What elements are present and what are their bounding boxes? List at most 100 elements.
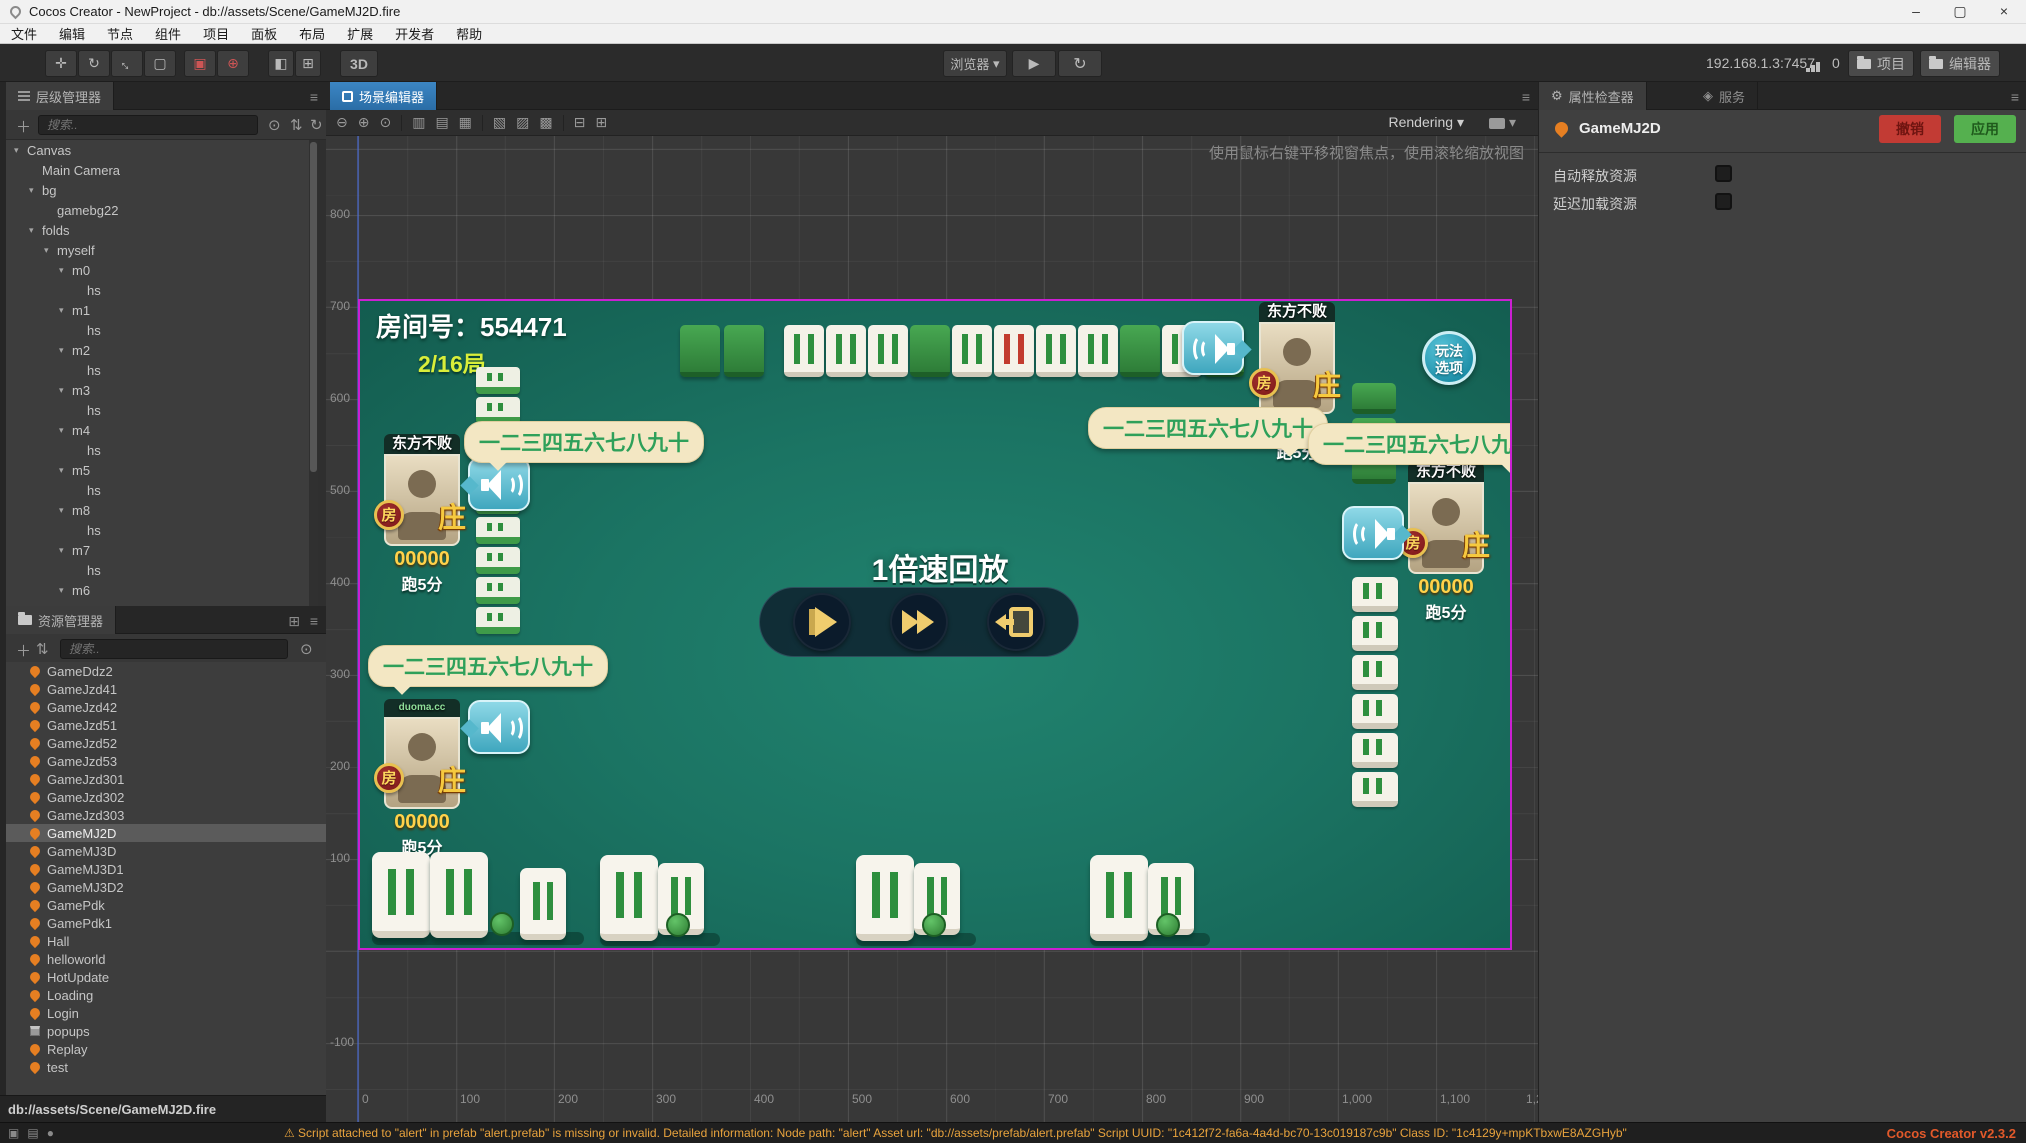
asset-item[interactable]: Replay <box>6 1040 326 1058</box>
record-icon[interactable]: ● <box>47 1126 54 1140</box>
dock-layout-icon[interactable]: ▣ <box>8 1126 19 1140</box>
menu-file[interactable]: 文件 <box>0 24 48 43</box>
asset-item-selected[interactable]: GameMJ2D <box>6 824 326 842</box>
add-node-button[interactable]: ＋ <box>16 116 31 137</box>
rotate-tool-button[interactable]: ↻ <box>78 50 110 77</box>
expand-arrow[interactable] <box>59 345 72 356</box>
auto-release-checkbox[interactable] <box>1715 165 1732 182</box>
hierarchy-node[interactable]: hs <box>6 400 318 420</box>
asset-item[interactable]: HotUpdate <box>6 968 326 986</box>
menu-project[interactable]: 项目 <box>192 24 240 43</box>
player-avatar[interactable]: 房 庄 <box>384 454 460 546</box>
expand-arrow[interactable] <box>59 305 72 316</box>
open-project-button[interactable]: 项目 <box>1848 50 1914 77</box>
search-icon[interactable]: ⊙ <box>268 116 281 134</box>
move-tool-button[interactable]: ✛ <box>45 50 77 77</box>
close-button[interactable]: × <box>1982 0 2026 24</box>
align-center-icon[interactable]: ▤ <box>435 114 448 131</box>
hierarchy-node[interactable]: m6 <box>6 580 318 600</box>
asset-item[interactable]: GameMJ3D1 <box>6 860 326 878</box>
tab-scene-editor[interactable]: 场景编辑器 <box>330 82 437 110</box>
asset-item[interactable]: GameJzd303 <box>6 806 326 824</box>
hierarchy-node[interactable]: m0 <box>6 260 318 280</box>
hierarchy-node[interactable]: m3 <box>6 380 318 400</box>
asset-item[interactable]: GameJzd52 <box>6 734 326 752</box>
tab-assets[interactable]: 资源管理器 <box>6 606 116 634</box>
player-avatar[interactable]: 房 庄 <box>1259 322 1335 414</box>
open-editor-button[interactable]: 编辑器 <box>1920 50 2000 77</box>
menu-help[interactable]: 帮助 <box>445 24 493 43</box>
hierarchy-node[interactable]: Main Camera <box>6 160 318 180</box>
add-asset-button[interactable]: ＋ <box>16 640 31 661</box>
preview-target-dropdown[interactable]: 浏览器 ▾ <box>943 50 1007 77</box>
asset-item[interactable]: GamePdk <box>6 896 326 914</box>
maximize-button[interactable]: ▢ <box>1938 0 1982 24</box>
expand-arrow[interactable] <box>44 245 57 256</box>
player-avatar[interactable]: 房 庄 <box>384 717 460 809</box>
minimize-button[interactable]: – <box>1894 0 1938 24</box>
menu-layout[interactable]: 布局 <box>288 24 336 43</box>
expand-arrow[interactable] <box>59 465 72 476</box>
zoom-in-icon[interactable]: ⊕ <box>358 114 370 131</box>
panel-menu-icon[interactable]: ≡ <box>310 89 318 105</box>
hierarchy-node[interactable]: hs <box>6 440 318 460</box>
hierarchy-node[interactable]: hs <box>6 320 318 340</box>
expand-arrow[interactable] <box>14 145 27 156</box>
exit-replay-button[interactable] <box>987 593 1045 651</box>
play-preview-button[interactable]: ▶ <box>1012 50 1056 77</box>
voice-speaker-icon[interactable] <box>468 700 530 754</box>
menu-node[interactable]: 节点 <box>96 24 144 43</box>
expand-arrow[interactable] <box>29 185 42 196</box>
hierarchy-node[interactable]: bg <box>6 180 318 200</box>
menu-panel[interactable]: 面板 <box>240 24 288 43</box>
grid-toggle-button[interactable]: ⊞ <box>295 50 321 77</box>
scene-viewport[interactable]: 使用鼠标右键平移视窗焦点，使用滚轮缩放视图 800 700 600 500 40… <box>326 136 1538 1122</box>
scale-tool-button[interactable]: ↔ <box>111 50 143 77</box>
hierarchy-node[interactable]: folds <box>6 220 318 240</box>
hierarchy-node[interactable]: hs <box>6 360 318 380</box>
expand-arrow[interactable] <box>29 225 42 236</box>
zoom-reset-icon[interactable]: ⊙ <box>379 114 391 131</box>
rect-tool-button[interactable]: ▢ <box>144 50 176 77</box>
3d-mode-button[interactable]: 3D <box>340 50 378 77</box>
distribute-h-icon[interactable]: ⊟ <box>574 114 586 131</box>
tab-properties[interactable]: ⚙ 属性检查器 <box>1539 82 1647 110</box>
search-icon[interactable]: ⊙ <box>300 640 313 658</box>
asset-item[interactable]: GameJzd301 <box>6 770 326 788</box>
play-pause-button[interactable] <box>793 593 851 651</box>
expand-arrow[interactable] <box>59 385 72 396</box>
align-bottom-icon[interactable]: ▩ <box>539 114 552 131</box>
anchor-toggle-button[interactable]: ⊕ <box>217 50 249 77</box>
distribute-v-icon[interactable]: ⊞ <box>595 114 607 131</box>
hierarchy-node[interactable]: gamebg22 <box>6 200 318 220</box>
expand-arrow[interactable] <box>59 265 72 276</box>
voice-speaker-icon[interactable] <box>1182 321 1244 375</box>
fast-forward-button[interactable] <box>890 593 948 651</box>
hierarchy-node[interactable]: Canvas <box>6 140 318 160</box>
align-top-icon[interactable]: ▧ <box>493 114 506 131</box>
hierarchy-node[interactable]: m8 <box>6 500 318 520</box>
asset-item[interactable]: helloworld <box>6 950 326 968</box>
panel-menu-icon[interactable]: ≡ <box>2011 89 2019 105</box>
asset-item[interactable]: GameJzd302 <box>6 788 326 806</box>
asset-item[interactable]: GameJzd51 <box>6 716 326 734</box>
asset-item[interactable]: GameJzd41 <box>6 680 326 698</box>
sort-icon[interactable]: ⇅ <box>36 640 49 658</box>
game-scene-canvas[interactable]: 房间号：554471 2/16局 <box>358 299 1512 950</box>
expand-arrow[interactable] <box>59 545 72 556</box>
menu-developer[interactable]: 开发者 <box>384 24 445 43</box>
hierarchy-scrollbar[interactable] <box>309 140 318 606</box>
tab-hierarchy[interactable]: 层级管理器 <box>6 82 114 110</box>
apply-button[interactable]: 应用 <box>1954 115 2016 143</box>
menu-edit[interactable]: 编辑 <box>48 24 96 43</box>
console-icon[interactable]: ▤ <box>27 1126 38 1140</box>
menu-extension[interactable]: 扩展 <box>336 24 384 43</box>
asset-item[interactable]: GameDdz2 <box>6 662 326 680</box>
rendering-dropdown[interactable]: Rendering ▾ <box>1388 114 1464 131</box>
asset-item[interactable]: GameMJ3D <box>6 842 326 860</box>
hierarchy-node[interactable]: hs <box>6 560 318 580</box>
align-left-icon[interactable]: ▥ <box>412 114 425 131</box>
player-avatar[interactable]: 房 庄 <box>1408 482 1484 574</box>
hierarchy-node[interactable]: myself <box>6 240 318 260</box>
hierarchy-node[interactable]: m4 <box>6 420 318 440</box>
